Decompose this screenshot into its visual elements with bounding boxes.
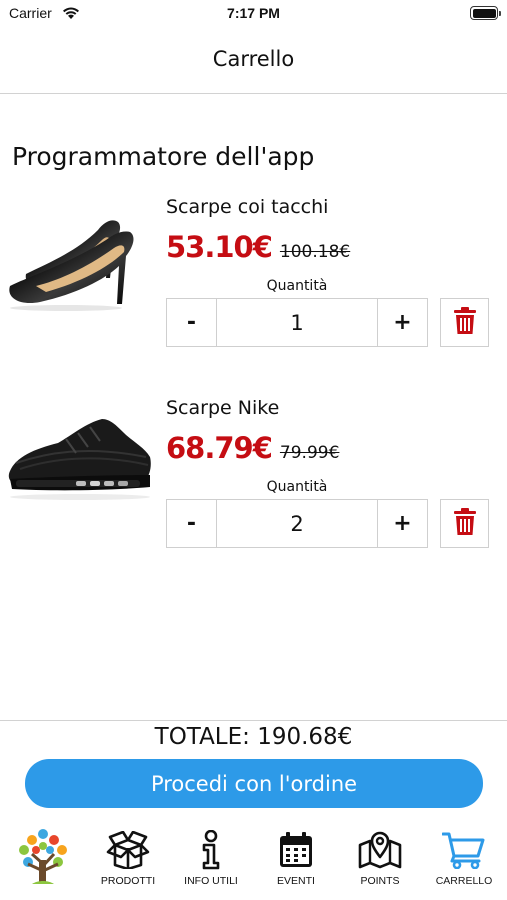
info-icon <box>169 830 253 870</box>
quantity-value: 1 <box>290 310 304 335</box>
cart-item: Scarpe Nike 68.79€ 79.99€ Quantità - 2 + <box>0 397 507 567</box>
checkout-button[interactable]: Procedi con l'ordine <box>25 759 483 808</box>
tab-label: PRODOTTI <box>100 875 156 887</box>
product-image-sneaker <box>6 413 154 515</box>
product-price: 68.79€ <box>166 431 273 465</box>
product-name: Scarpe Nike <box>166 397 280 419</box>
increase-quantity-button[interactable]: + <box>377 500 427 547</box>
tab-label: POINTS <box>360 875 400 887</box>
delete-item-button[interactable] <box>440 499 489 548</box>
box-open-icon <box>86 830 170 870</box>
price-row: 68.79€ 79.99€ <box>166 431 339 465</box>
product-price: 53.10€ <box>166 230 273 264</box>
tab-bar: PRODOTTI INFO UTILI EVENTI POINTS CARREL… <box>0 822 507 900</box>
tab-info-utili[interactable]: INFO UTILI <box>169 822 253 892</box>
delete-item-button[interactable] <box>440 298 489 347</box>
calendar-icon <box>254 830 338 870</box>
footer-divider <box>0 720 507 721</box>
map-marker-icon <box>338 830 422 870</box>
price-row: 53.10€ 100.18€ <box>166 230 350 264</box>
product-image-heels <box>6 212 154 314</box>
decrease-quantity-button[interactable]: - <box>167 299 217 346</box>
cart-item: Scarpe coi tacchi 53.10€ 100.18€ Quantità… <box>0 196 507 366</box>
status-bar: Carrier 7:17 PM <box>0 0 507 28</box>
decrease-quantity-button[interactable]: - <box>167 500 217 547</box>
quantity-stepper: - 1 + <box>166 298 428 347</box>
increase-quantity-button[interactable]: + <box>377 299 427 346</box>
navigation-header: Carrello <box>0 28 507 94</box>
seller-name: Programmatore dell'app <box>12 142 315 171</box>
clock: 7:17 PM <box>227 5 280 21</box>
product-old-price: 100.18€ <box>279 242 351 262</box>
tab-eventi[interactable]: EVENTI <box>254 822 338 892</box>
shopping-cart-icon <box>422 830 506 870</box>
quantity-label: Quantità <box>266 278 328 294</box>
tab-carrello[interactable]: CARRELLO <box>422 822 506 892</box>
tab-label: INFO UTILI <box>184 875 238 887</box>
quantity-value: 2 <box>290 511 304 536</box>
trash-icon <box>453 507 477 540</box>
quantity-stepper: - 2 + <box>166 499 428 548</box>
tab-prodotti[interactable]: PRODOTTI <box>86 822 170 892</box>
battery-icon <box>470 6 501 20</box>
page-title: Carrello <box>212 47 295 71</box>
tab-label: EVENTI <box>277 875 315 887</box>
product-name: Scarpe coi tacchi <box>166 196 329 218</box>
tab-points[interactable]: POINTS <box>338 822 422 892</box>
app-logo-tree-icon[interactable] <box>14 826 72 888</box>
cart-total: TOTALE: 190.68€ <box>154 724 353 750</box>
trash-icon <box>453 306 477 339</box>
quantity-label: Quantità <box>266 479 328 495</box>
tab-label: CARRELLO <box>435 875 493 887</box>
product-old-price: 79.99€ <box>279 443 340 463</box>
